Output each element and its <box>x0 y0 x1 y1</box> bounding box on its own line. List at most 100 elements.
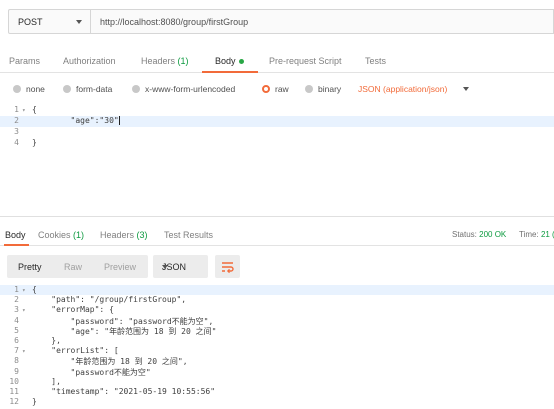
radio-binary[interactable]: binary <box>305 84 341 94</box>
request-body-editor[interactable]: 1 ▾ { 2 "age":"30" 3 4 } <box>0 102 554 214</box>
response-tabs: Body Cookies (1) Headers (3) Test Result… <box>0 224 554 246</box>
chevron-down-icon[interactable] <box>463 87 469 91</box>
tab-test-results[interactable]: Test Results <box>164 230 213 240</box>
method-select[interactable]: POST <box>8 9 91 34</box>
tab-params[interactable]: Params <box>9 56 40 66</box>
code-text: } <box>32 397 37 407</box>
response-line: 9 "password不能为空" <box>0 367 554 377</box>
response-line: 10 ], <box>0 377 554 387</box>
editor-line: 1 ▾ { <box>0 105 554 116</box>
code-text: "path": "/group/firstGroup", <box>32 295 187 305</box>
response-line: 4 "password": "password不能为空", <box>0 316 554 326</box>
tab-count: (3) <box>136 230 148 240</box>
tab-count: (1) <box>177 56 189 66</box>
radio-x-www-form-urlencoded[interactable]: x-www-form-urlencoded <box>132 84 235 94</box>
line-number: 7 <box>14 346 19 356</box>
line-number: 1 <box>14 105 19 114</box>
radio-selected-icon <box>262 85 270 93</box>
editor-line-current: 2 "age":"30" <box>0 116 554 127</box>
code-text: "errorMap": { <box>32 305 114 315</box>
line-number: 11 <box>9 387 19 396</box>
response-time: Time: 21 ( <box>519 230 554 239</box>
code-text: "age":"30" <box>32 116 120 125</box>
tab-headers[interactable]: Headers (1) <box>141 56 189 66</box>
pane-divider[interactable] <box>0 216 554 217</box>
code-text: } <box>32 138 37 147</box>
radio-none[interactable]: none <box>13 84 45 94</box>
line-number: 5 <box>14 325 19 335</box>
editor-line: 3 <box>0 127 554 138</box>
radio-icon <box>63 85 71 93</box>
radio-icon <box>305 85 313 93</box>
tab-count: (1) <box>73 230 85 240</box>
code-text: }, <box>32 336 61 345</box>
line-number: 1 <box>14 285 19 294</box>
line-number: 4 <box>14 315 19 325</box>
view-mode-group: Pretty Raw Preview <box>7 255 148 278</box>
tab-pre-request-script[interactable]: Pre-request Script <box>269 56 342 66</box>
line-number: 3 <box>14 305 19 315</box>
time-label: Time: <box>519 230 539 239</box>
active-tab-indicator <box>4 244 29 246</box>
tab-label: Pre-request Script <box>269 56 342 66</box>
radio-label: form-data <box>76 84 113 94</box>
active-dot-icon <box>238 59 244 65</box>
response-line: 12 } <box>0 397 554 407</box>
tab-response-body[interactable]: Body <box>5 230 26 240</box>
view-preview-button[interactable]: Preview <box>104 262 136 272</box>
tab-label: Headers <box>100 230 135 240</box>
code-text: "timestamp": "2021-05-19 10:55:56" <box>32 387 216 396</box>
fold-arrow-icon[interactable]: ▾ <box>22 107 26 114</box>
response-status: Status: 200 OK <box>452 230 506 239</box>
tab-label: Headers <box>141 56 176 66</box>
code-text: { <box>32 105 37 114</box>
radio-form-data[interactable]: form-data <box>63 84 112 94</box>
tab-label: Test Results <box>164 230 214 240</box>
line-number: 12 <box>9 397 19 407</box>
url-text: http://localhost:8080/group/firstGroup <box>100 17 249 27</box>
body-format-select[interactable]: JSON (application/json) <box>358 84 447 94</box>
line-number: 3 <box>14 127 19 136</box>
response-line: 3 ▾ "errorMap": { <box>0 305 554 315</box>
radio-label: raw <box>275 84 289 94</box>
text-cursor <box>118 116 120 125</box>
response-format-select[interactable]: JSON <box>153 255 208 278</box>
tab-body[interactable]: Body <box>215 56 244 66</box>
status-label: Status: <box>452 230 477 239</box>
tab-authorization[interactable]: Authorization <box>63 56 116 66</box>
line-number: 4 <box>14 138 19 147</box>
tab-label: Params <box>9 56 41 66</box>
tab-label: Tests <box>365 56 387 66</box>
response-line: 2 "path": "/group/firstGroup", <box>0 295 554 305</box>
response-line: 1 ▾ { <box>0 285 554 296</box>
tab-response-headers[interactable]: Headers (3) <box>100 230 148 240</box>
fold-arrow-icon[interactable]: ▾ <box>22 307 26 314</box>
response-line: 6 }, <box>0 336 554 346</box>
active-tab-indicator <box>202 71 258 73</box>
tab-label: Body <box>5 230 26 240</box>
chevron-down-icon <box>162 265 168 269</box>
tab-cookies[interactable]: Cookies (1) <box>38 230 84 240</box>
line-number: 6 <box>14 336 19 345</box>
line-number: 2 <box>14 295 19 305</box>
wrap-lines-button[interactable] <box>215 255 240 278</box>
radio-label: x-www-form-urlencoded <box>145 84 236 94</box>
radio-raw[interactable]: raw <box>262 84 289 94</box>
url-input[interactable]: http://localhost:8080/group/firstGroup <box>91 9 554 34</box>
tab-label: Body <box>215 56 236 66</box>
tab-tests[interactable]: Tests <box>365 56 386 66</box>
tab-label: Authorization <box>63 56 116 66</box>
line-number: 10 <box>9 376 19 386</box>
fold-arrow-icon[interactable]: ▾ <box>22 348 26 355</box>
radio-label: binary <box>318 84 342 94</box>
radio-icon <box>13 85 21 93</box>
response-view-bar: Pretty Raw Preview JSON <box>0 255 554 279</box>
method-label: POST <box>18 17 43 27</box>
response-body-viewer[interactable]: 1 ▾ { 2 "path": "/group/firstGroup", 3 ▾… <box>0 285 554 409</box>
line-number: 2 <box>14 116 19 125</box>
view-pretty-button[interactable]: Pretty <box>18 262 42 272</box>
fold-arrow-icon[interactable]: ▾ <box>22 287 26 294</box>
view-raw-button[interactable]: Raw <box>64 262 82 272</box>
request-tabs: Params Authorization Headers (1) Body Pr… <box>0 49 554 73</box>
status-value: 200 OK <box>479 230 507 239</box>
